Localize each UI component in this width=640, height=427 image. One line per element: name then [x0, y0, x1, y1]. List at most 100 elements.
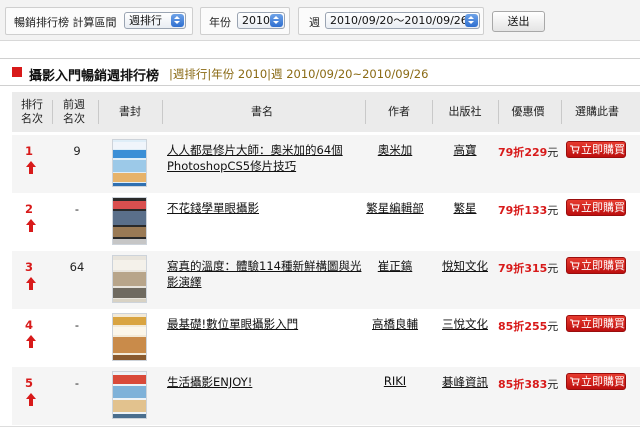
buy-now-button[interactable]: 立即購買 [566, 373, 626, 390]
rank-number: 4 [25, 318, 34, 332]
buy-now-button[interactable]: 立即購買 [566, 315, 626, 332]
currency-unit: 元 [547, 320, 559, 333]
discount-rate: 85折 [498, 378, 525, 391]
author-link[interactable]: 繁星編輯部 [355, 200, 435, 216]
buy-now-label: 立即購買 [581, 375, 625, 388]
publisher-link[interactable]: 碁峰資訊 [430, 374, 500, 390]
ranking-period-value: 週排行 [129, 14, 162, 27]
rank-number: 3 [25, 260, 34, 274]
rank-number: 1 [25, 144, 34, 158]
author-link[interactable]: 高橋良輔 [355, 316, 435, 332]
book-cover-image[interactable] [112, 313, 147, 361]
week-value: 2010/09/20～2010/09/26 [330, 14, 468, 27]
column-buy: 選購此書 [575, 105, 619, 118]
column-price: 優惠價 [511, 105, 545, 118]
book-cover-image[interactable] [112, 255, 147, 303]
price-value: 133 [524, 204, 548, 217]
publisher-link[interactable]: 高寶 [430, 142, 500, 158]
column-cover: 書封 [119, 105, 141, 118]
table-row: 2 - 不花錢學單眼攝影 繁星編輯部 繁星 79折133元 立即購買 [12, 193, 640, 251]
buy-now-button[interactable]: 立即購買 [566, 141, 626, 158]
rank-up-arrow-icon [26, 393, 36, 406]
price-value: 315 [524, 262, 548, 275]
buy-now-label: 立即購買 [581, 201, 625, 214]
discount-price: 79折133元 [498, 202, 558, 218]
week-select[interactable]: 2010/09/20～2010/09/26 [325, 12, 480, 29]
rank-up-arrow-icon [26, 335, 36, 348]
column-divider [98, 100, 99, 124]
currency-unit: 元 [547, 378, 559, 391]
shopping-cart-icon [570, 261, 580, 270]
discount-rate: 79折 [498, 204, 525, 217]
page-subtitle: |週排行|年份 2010|週 2010/09/20~2010/09/26 [169, 67, 429, 81]
prev-rank: 64 [69, 260, 85, 274]
publisher-link[interactable]: 悅知文化 [430, 258, 500, 274]
prev-rank: 9 [73, 144, 81, 158]
ranking-filter-group: 暢銷排行榜 計算區間 週排行 [5, 7, 193, 35]
book-cover-image[interactable] [112, 371, 147, 419]
author-link[interactable]: RIKI [355, 374, 435, 388]
table-row: 5 - 生活攝影ENJOY! RIKI 碁峰資訊 85折383元 立即購買 [12, 367, 640, 425]
table-header: 排行名次 前週名次 書封 書名 作者 出版社 優惠價 選購此書 [12, 92, 640, 132]
buy-now-label: 立即購買 [581, 259, 625, 272]
submit-button[interactable]: 送出 [492, 11, 545, 32]
discount-price: 79折229元 [498, 144, 558, 160]
ranking-period-select[interactable]: 週排行 [124, 12, 186, 29]
select-arrows-icon [465, 14, 478, 27]
book-cover-image[interactable] [112, 139, 147, 187]
discount-price: 79折315元 [498, 260, 558, 276]
rank-up-arrow-icon [26, 219, 36, 232]
price-value: 255 [524, 320, 548, 333]
year-select[interactable]: 2010 [237, 12, 285, 29]
buy-now-label: 立即購買 [581, 317, 625, 330]
prev-rank: - [74, 202, 80, 216]
year-label: 年份 [209, 16, 231, 29]
publisher-link[interactable]: 繁星 [430, 200, 500, 216]
rank-up-arrow-icon [26, 277, 36, 290]
buy-now-button[interactable]: 立即購買 [566, 199, 626, 216]
author-link[interactable]: 奧米加 [355, 142, 435, 158]
filter-bar: 暢銷排行榜 計算區間 週排行 年份 2010 週 2010/09/20～2010… [0, 0, 640, 41]
table-row: 1 9 人人都是修片大師：奧米加的64個PhotoshopCS5修片技巧 奧米加… [12, 135, 640, 193]
ranking-period-label: 暢銷排行榜 計算區間 [14, 16, 117, 29]
discount-rate: 79折 [498, 262, 525, 275]
currency-unit: 元 [547, 262, 559, 275]
column-prev-rank: 前週名次 [63, 98, 85, 125]
price-value: 229 [524, 146, 548, 159]
column-rank: 排行名次 [21, 98, 43, 125]
column-divider [162, 100, 163, 124]
discount-rate: 85折 [498, 320, 525, 333]
discount-price: 85折255元 [498, 318, 558, 334]
buy-now-label: 立即購買 [581, 143, 625, 156]
price-value: 383 [524, 378, 548, 391]
book-title-link[interactable]: 人人都是修片大師：奧米加的64個PhotoshopCS5修片技巧 [167, 142, 367, 174]
book-title-link[interactable]: 生活攝影ENJOY! [167, 374, 367, 390]
table-row: 4 - 最基礎!數位單眼攝影入門 高橋良輔 三悅文化 85折255元 立即購買 [12, 309, 640, 367]
select-arrows-icon [270, 14, 283, 27]
shopping-cart-icon [570, 319, 580, 328]
book-cover-image[interactable] [112, 197, 147, 245]
column-publisher: 出版社 [448, 105, 482, 118]
prev-rank: - [74, 376, 80, 390]
page-title: 攝影入門暢銷週排行榜 [29, 69, 160, 84]
book-title-link[interactable]: 寫真的溫度：體驗114種新鮮構圖與光影演繹 [167, 258, 367, 290]
rank-up-arrow-icon [26, 161, 36, 174]
discount-price: 85折383元 [498, 376, 558, 392]
publisher-link[interactable]: 三悅文化 [430, 316, 500, 332]
buy-now-button[interactable]: 立即購買 [566, 257, 626, 274]
week-label: 週 [309, 16, 320, 29]
rank-number: 2 [25, 202, 34, 216]
table-row: 3 64 寫真的溫度：體驗114種新鮮構圖與光影演繹 崔正鎬 悅知文化 79折3… [12, 251, 640, 309]
author-link[interactable]: 崔正鎬 [355, 258, 435, 274]
currency-unit: 元 [547, 204, 559, 217]
column-author: 作者 [388, 105, 410, 118]
red-square-icon [12, 67, 22, 77]
prev-rank: - [74, 318, 80, 332]
shopping-cart-icon [570, 145, 580, 154]
column-divider [52, 100, 53, 124]
shopping-cart-icon [570, 377, 580, 386]
discount-rate: 79折 [498, 146, 525, 159]
book-title-link[interactable]: 不花錢學單眼攝影 [167, 200, 367, 216]
week-filter-group: 週 2010/09/20～2010/09/26 [298, 7, 484, 35]
book-title-link[interactable]: 最基礎!數位單眼攝影入門 [167, 316, 367, 332]
